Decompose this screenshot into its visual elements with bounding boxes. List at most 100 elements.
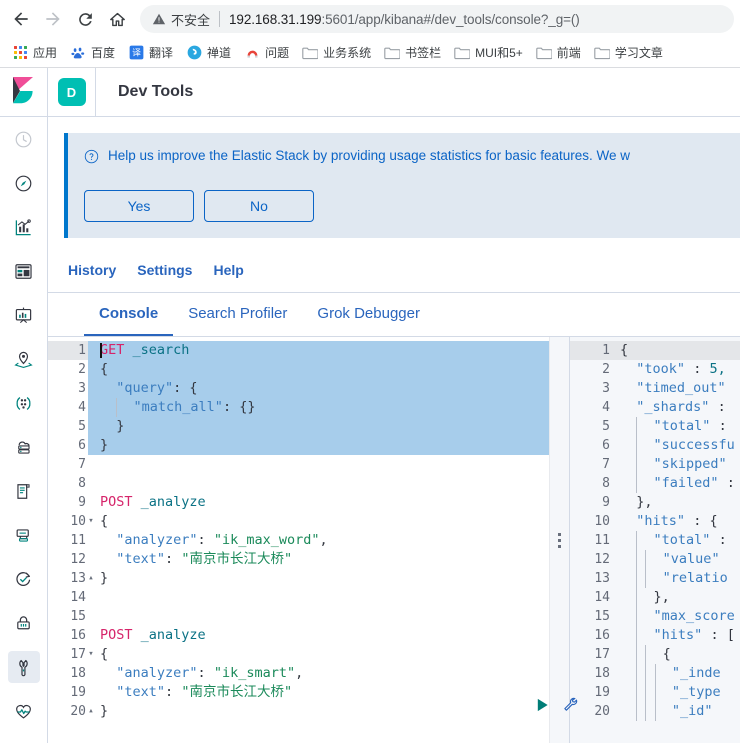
sidebar-item-monitoring[interactable] [0, 689, 48, 733]
play-triangle-icon[interactable] [535, 697, 550, 717]
sidebar-item-uptime[interactable] [0, 557, 48, 601]
sidebar-item-recently-viewed[interactable] [0, 117, 48, 161]
code-line[interactable]: 19 "_type [570, 683, 740, 702]
code-line[interactable]: 20 "_id" [570, 702, 740, 721]
code-line[interactable]: 7 "skipped" [570, 455, 740, 474]
tab-console[interactable]: Console [84, 293, 174, 336]
code-line[interactable]: 1 GET _search [48, 341, 549, 360]
code-line[interactable]: 16▾ "hits" : [ [570, 626, 740, 645]
text-cursor [100, 343, 102, 358]
bookmark-folder-business[interactable]: 业务系统 [296, 40, 377, 65]
code-line[interactable]: 16 POST _analyze [48, 626, 549, 645]
code-line[interactable]: 4 "match_all": {} [48, 398, 549, 417]
code-line[interactable]: 6▴} [48, 436, 549, 455]
code-text: { [612, 645, 740, 664]
kibana-logo-button[interactable] [0, 68, 48, 116]
tab-search-profiler[interactable]: Search Profiler [173, 293, 302, 336]
code-line[interactable]: 20 ▴} [48, 702, 549, 721]
sidebar-item-dashboard[interactable] [0, 249, 48, 293]
sidebar-item-dev-tools[interactable] [0, 645, 48, 689]
code-text: "_type [612, 683, 740, 702]
code-line[interactable]: 3▾ "query": { [48, 379, 549, 398]
code-line[interactable]: 11 "analyzer": "ik_max_word", [48, 531, 549, 550]
bookmark-issues[interactable]: 问题 [238, 40, 295, 65]
code-line[interactable]: 18 "analyzer": "ik_smart", [48, 664, 549, 683]
sidebar-item-logs[interactable] [0, 469, 48, 513]
address-bar[interactable]: 不安全 192.168.31.199:5601/app/kibana#/dev_… [140, 5, 734, 33]
reload-button[interactable] [70, 4, 100, 34]
sub-nav-help[interactable]: Help [213, 262, 243, 278]
code-line[interactable]: 2 "took" : 5, [570, 360, 740, 379]
code-line[interactable]: 15 "max_score [570, 607, 740, 626]
code-text: { [100, 646, 109, 662]
arrow-right-icon [46, 12, 60, 26]
code-line[interactable]: 3 "timed_out" [570, 379, 740, 398]
sidebar-item-infrastructure[interactable] [0, 425, 48, 469]
code-line[interactable]: 13 ▴} [48, 569, 549, 588]
sidebar-item-apm[interactable] [0, 513, 48, 557]
response-code-lines: 1▾{2 "took" : 5,3 "timed_out"4▾ "_shards… [570, 337, 740, 721]
sidebar-item-canvas[interactable] [0, 293, 48, 337]
code-line[interactable]: 14 [48, 588, 549, 607]
home-button[interactable] [102, 4, 132, 34]
code-line[interactable]: 10 ▾ { [48, 512, 549, 531]
bookmark-zentao[interactable]: 禅道 [180, 40, 237, 65]
code-text: "_inde [612, 664, 740, 683]
request-editor-pane[interactable]: 1GET _search2▾{3▾ "query": {4 "match_all… [48, 337, 549, 743]
line-number: 19 [70, 685, 86, 700]
bookmark-baidu[interactable]: 百度 [64, 40, 121, 65]
code-line[interactable]: 7 [48, 455, 549, 474]
sidebar-item-siem[interactable] [0, 601, 48, 645]
line-number: 4▾ [570, 398, 618, 417]
line-number: 8 [602, 476, 610, 491]
code-line[interactable]: 8 [48, 474, 549, 493]
code-line[interactable]: 4▾ "_shards" : [570, 398, 740, 417]
code-text: POST _analyze [100, 494, 206, 510]
code-line[interactable]: 9▴ }, [570, 493, 740, 512]
code-text: "analyzer": "ik_max_word", [116, 532, 328, 548]
kibana-nav-rail [0, 117, 48, 743]
bookmark-apps[interactable]: 应用 [6, 40, 63, 65]
tab-grok-debugger[interactable]: Grok Debugger [302, 293, 435, 336]
sub-nav-history[interactable]: History [68, 262, 116, 278]
folder-icon [302, 45, 319, 61]
code-line[interactable]: 17 ▾ { [48, 645, 549, 664]
forward-button[interactable] [38, 4, 68, 34]
code-line[interactable]: 13 "relatio [570, 569, 740, 588]
sidebar-item-visualize[interactable] [0, 205, 48, 249]
back-button[interactable] [6, 4, 36, 34]
bookmark-folder-frontend[interactable]: 前端 [530, 40, 587, 65]
arrow-left-icon [14, 12, 28, 26]
sub-nav-settings[interactable]: Settings [137, 262, 192, 278]
code-line[interactable]: 15 [48, 607, 549, 626]
bookmark-folder-bookmarks[interactable]: 书签栏 [378, 40, 447, 65]
code-line[interactable]: 8 "failed" : [570, 474, 740, 493]
bookmark-folder-mui[interactable]: MUI和5+ [448, 40, 529, 65]
code-line[interactable]: 12 "text": "南京市长江大桥" [48, 550, 549, 569]
code-line[interactable]: 17▾ { [570, 645, 740, 664]
code-line[interactable]: 5▴ } [48, 417, 549, 436]
code-line[interactable]: 19 "text": "南京市长江大桥" [48, 683, 549, 702]
code-line[interactable]: 11▾ "total" : [570, 531, 740, 550]
telemetry-no-button[interactable]: No [204, 190, 314, 222]
telemetry-yes-button[interactable]: Yes [84, 190, 194, 222]
sidebar-item-management[interactable] [0, 733, 48, 745]
code-line[interactable]: 18 "_inde [570, 664, 740, 683]
code-line[interactable]: 1▾{ [570, 341, 740, 360]
sidebar-item-maps[interactable] [0, 337, 48, 381]
sidebar-item-discover[interactable] [0, 161, 48, 205]
response-viewer-pane[interactable]: 1▾{2 "took" : 5,3 "timed_out"4▾ "_shards… [570, 337, 740, 743]
wrench-icon[interactable] [562, 696, 579, 717]
code-line[interactable]: 5 "total" : [570, 417, 740, 436]
code-line[interactable]: 9 POST _analyze [48, 493, 549, 512]
code-line[interactable]: 6 "successfu [570, 436, 740, 455]
code-line[interactable]: 2▾{ [48, 360, 549, 379]
sidebar-item-machine-learning[interactable] [0, 381, 48, 425]
code-line[interactable]: 12 "value" [570, 550, 740, 569]
bookmark-translate[interactable]: 译 翻译 [122, 40, 179, 65]
code-line[interactable]: 10▾ "hits" : { [570, 512, 740, 531]
bookmark-folder-articles[interactable]: 学习文章 [588, 40, 669, 65]
baidu-paw-icon [70, 45, 86, 61]
editor-splitter[interactable] [549, 337, 570, 743]
code-line[interactable]: 14▴ }, [570, 588, 740, 607]
